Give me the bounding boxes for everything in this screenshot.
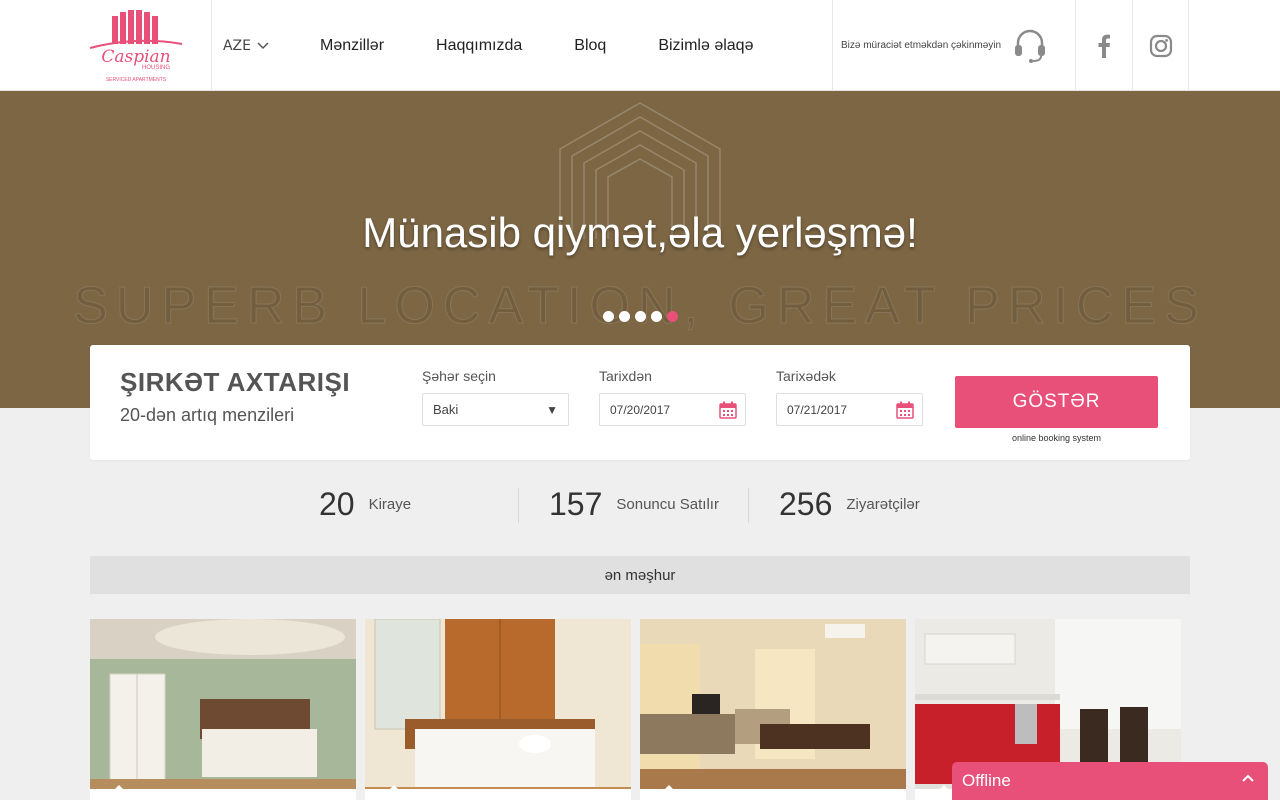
from-date-input[interactable]: 07/20/2017 — [599, 393, 746, 426]
brand-tagline: SERVICED APARTMENTS — [106, 77, 167, 83]
stat-sold: 157 Sonuncu Satılır — [549, 486, 719, 522]
instagram-link[interactable] — [1132, 0, 1189, 91]
slider-dot[interactable] — [651, 311, 662, 322]
city-value: Baki — [433, 402, 459, 417]
to-date-value: 07/21/2017 — [787, 402, 848, 417]
brand-name: Caspian — [101, 47, 170, 67]
from-date-label: Tarixdən — [599, 368, 652, 384]
search-title: ŞIRKƏT AXTARIŞI — [120, 367, 351, 397]
card-footer — [365, 789, 631, 800]
to-date-input[interactable]: 07/21/2017 — [776, 393, 923, 426]
headset-icon — [1015, 29, 1046, 63]
card-notch — [937, 785, 951, 792]
stat-value: 256 — [779, 485, 833, 522]
nav-blog[interactable]: Bloq — [574, 37, 606, 55]
site-header: Caspian HOUSING SERVICED APARTMENTS AZE … — [0, 0, 1280, 91]
nav-contact[interactable]: Bizimlə əlaqə — [658, 37, 753, 55]
calendar-icon[interactable] — [896, 401, 914, 419]
hero-subtitle: SUPERB LOCATION, GREAT PRICES — [73, 277, 1207, 336]
stat-divider — [518, 488, 519, 523]
slider-dot-active[interactable] — [667, 311, 678, 322]
city-label: Şəhər seçin — [422, 368, 496, 384]
nav-apartments[interactable]: Mənzillər — [320, 37, 384, 55]
live-chat-widget[interactable]: Offline — [952, 762, 1268, 800]
to-date-label: Tarixədək — [776, 368, 836, 384]
calendar-icon[interactable] — [719, 401, 737, 419]
from-date-value: 07/20/2017 — [610, 402, 671, 417]
brand-sub: HOUSING — [142, 65, 170, 71]
search-button[interactable]: GÖSTƏR — [955, 376, 1158, 428]
booking-note: online booking system — [1011, 433, 1102, 443]
slider-dot[interactable] — [635, 311, 646, 322]
facebook-link[interactable] — [1075, 0, 1132, 91]
stat-label: Kiraye — [368, 495, 412, 513]
language-label: AZE — [222, 37, 251, 54]
nav-about[interactable]: Haqqımızda — [436, 37, 522, 55]
dropdown-arrow-icon: ▼ — [546, 403, 558, 417]
bedroom-wood-photo — [365, 619, 631, 800]
search-subtitle: 20-dən artıq menzileri — [120, 405, 295, 425]
card-notch — [112, 785, 126, 792]
stat-visitors: 256 Ziyarətçilər — [779, 486, 920, 522]
chevron-up-icon[interactable] — [1242, 774, 1254, 782]
search-panel: ŞIRKƏT AXTARIŞI 20-dən artıq menzileri Ş… — [90, 345, 1190, 460]
stat-label: Sonuncu Satılır — [616, 495, 719, 513]
chevron-down-icon — [257, 41, 269, 49]
stat-rent: 20 Kiraye — [319, 486, 411, 522]
stat-label: Ziyarətçilər — [846, 495, 920, 513]
card-notch — [387, 785, 401, 792]
facebook-icon — [1098, 34, 1110, 58]
bedroom-green-photo — [90, 619, 356, 800]
language-selector[interactable]: AZE — [211, 0, 280, 91]
slider-dots — [603, 311, 678, 322]
main-nav: Mənzillər Haqqımızda Bloq Bizimlə əlaqə — [300, 0, 805, 91]
stat-value: 157 — [549, 485, 603, 522]
slider-dot[interactable] — [619, 311, 630, 322]
card-notch — [662, 785, 676, 792]
hero-title: Münasib qiymət,əla yerləşmə! — [362, 209, 918, 256]
listing-card[interactable] — [90, 619, 356, 800]
city-select[interactable]: Baki ▼ — [422, 393, 569, 426]
chat-status: Offline — [962, 771, 1011, 790]
listing-card[interactable] — [365, 619, 631, 800]
caspian-logo[interactable]: Caspian HOUSING SERVICED APARTMENTS — [86, 8, 186, 86]
contact-block[interactable]: Bizə müraciət etməkdən çəkinməyin — [832, 0, 1075, 91]
stat-value: 20 — [319, 485, 355, 522]
living-room-photo — [640, 619, 906, 800]
listing-card[interactable] — [640, 619, 906, 800]
card-footer — [90, 789, 356, 800]
contact-text: Bizə müraciət etməkdən çəkinməyin — [841, 40, 1002, 51]
slider-dot[interactable] — [603, 311, 614, 322]
popular-section-header: ən məşhur — [90, 556, 1190, 594]
instagram-icon — [1149, 34, 1172, 57]
card-footer — [640, 789, 906, 800]
stat-divider — [748, 488, 749, 523]
